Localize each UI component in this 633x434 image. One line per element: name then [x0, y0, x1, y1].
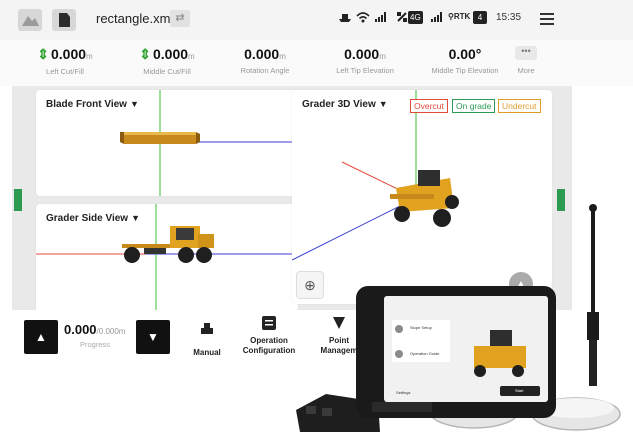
readout-unit: m	[86, 52, 93, 61]
signal-icon	[374, 11, 390, 26]
3d-view-title-text: Grader 3D View	[302, 99, 376, 110]
readout-value: 0.000	[244, 46, 280, 62]
readout-middle-tip-elevation: 0.00° Middle Tip Elevation	[410, 46, 520, 75]
file-title: rectangle.xml	[96, 11, 174, 26]
arrow-up-icon: ▲	[515, 277, 527, 291]
view-area: Blade Front View ▼ Grader Side View ▼ Gr…	[12, 86, 572, 312]
point-marker-icon	[333, 317, 345, 329]
hamburger-icon	[540, 13, 554, 15]
more-label: More	[517, 66, 535, 75]
caret-down-icon: ▼	[129, 99, 139, 109]
readout-label: Rotation Angle	[240, 66, 290, 75]
side-view-title-text: Grader Side View	[46, 213, 129, 224]
point-management-label: Point Managem	[314, 336, 364, 356]
config-icon	[262, 316, 276, 330]
caret-down-icon: ▼	[378, 99, 388, 109]
operation-label-line2: Configuration	[242, 346, 296, 355]
grader-side-view[interactable]: Grader Side View ▼	[36, 204, 298, 312]
swap-file-button[interactable]: ⇄	[170, 10, 190, 27]
readout-label: Middle Tip Elevation	[431, 66, 499, 75]
legend-on-grade: On grade	[452, 99, 496, 113]
blade-model	[120, 132, 200, 144]
status-bar: rectangle.xml ⇄ 4G ⚲RTK 4 15:35	[0, 0, 633, 40]
operation-label-line1: Operation	[250, 336, 288, 345]
readout-rotation-angle: 0.000m Rotation Angle	[210, 46, 320, 75]
swap-icon: ⇄	[175, 12, 185, 24]
readout-middle-cut-fill: ⇕ 0.000m Middle Cut/Fill	[112, 46, 222, 76]
triangle-up-icon: ▲	[35, 330, 47, 344]
elevation-arrow-icon: ⇕	[37, 46, 49, 62]
device-footer-right: Start	[515, 388, 524, 393]
readout-left-cut-fill: ⇕ 0.000m Left Cut/Fill	[10, 46, 120, 76]
readout-label: Left Cut/Fill	[46, 67, 84, 76]
grader-3d-model	[390, 170, 459, 227]
progress-up-button[interactable]: ▲	[24, 320, 58, 354]
right-drawer-handle[interactable]	[557, 189, 565, 211]
readout-left-tip-elevation: 0.000m Left Tip Elevation	[310, 46, 420, 75]
device-card-a: Slope Setup	[410, 325, 432, 330]
machine-icon	[201, 323, 213, 334]
progress-readout: 0.000/0.000m	[64, 322, 125, 337]
left-drawer-handle[interactable]	[14, 189, 22, 211]
blade-front-view[interactable]: Blade Front View ▼	[36, 90, 298, 196]
clock: 15:35	[496, 12, 522, 23]
readout-label: Middle Cut/Fill	[143, 67, 191, 76]
network-badge: 4G	[408, 11, 423, 24]
readout-bar: ⇕ 0.000m Left Cut/Fill ⇕ 0.000m Middle Cut…	[0, 40, 633, 86]
readout-unit: m	[379, 52, 386, 61]
more-button[interactable]: ••• More	[513, 46, 539, 75]
point-management-button[interactable]: Point Managem	[314, 316, 364, 356]
operation-configuration-label: Operation Configuration	[240, 336, 298, 356]
progress-total: /0.000m	[96, 327, 126, 336]
front-view-title-text: Blade Front View	[46, 99, 127, 110]
legend-overcut: Overcut	[410, 99, 448, 113]
scroll-up-button[interactable]: ▲	[509, 272, 533, 296]
elevation-arrow-icon: ⇕	[139, 46, 151, 62]
3d-view-canvas	[292, 90, 459, 261]
grader-3d-view[interactable]: Grader 3D View ▼ Overcut On grade Undercu…	[292, 90, 552, 304]
wifi-icon	[356, 11, 370, 26]
3d-view-title[interactable]: Grader 3D View ▼	[302, 99, 388, 110]
readout-label: Left Tip Elevation	[336, 66, 394, 75]
front-view-title[interactable]: Blade Front View ▼	[46, 99, 139, 110]
progress-down-button[interactable]: ▼	[136, 320, 170, 354]
point-label-line1: Point	[329, 336, 349, 345]
legend-undercut: Undercut	[498, 99, 541, 113]
device-card-b: Operation Guide	[410, 351, 440, 356]
grader-side-model	[122, 226, 214, 263]
point-label-line2: Managem	[320, 346, 358, 355]
ellipsis-icon: •••	[515, 46, 537, 60]
readout-value: 0.000	[153, 46, 189, 62]
readout-unit: m	[279, 52, 286, 61]
rtk-status: ⚲RTK	[448, 12, 470, 21]
manual-label: Manual	[193, 348, 221, 357]
readout-value: 0.000	[51, 46, 87, 62]
satellite-icon	[396, 11, 408, 26]
file-button[interactable]	[52, 9, 76, 31]
crosshair-icon: ⊕	[304, 277, 316, 293]
recenter-button[interactable]: ⊕	[296, 271, 324, 299]
bottom-toolbar: ▲ 0.000/0.000m Progress ▼ Manual Operati…	[0, 310, 633, 434]
device-footer-left: Settings	[396, 390, 411, 395]
gnss-signal-icon	[430, 11, 446, 26]
readout-unit: m	[188, 52, 195, 61]
rtk-label: RTK	[453, 12, 471, 21]
document-icon	[59, 13, 70, 27]
triangle-down-icon: ▼	[147, 330, 159, 344]
progress-label: Progress	[80, 340, 111, 349]
manual-button[interactable]: Manual	[188, 316, 226, 358]
terrain-button[interactable]	[18, 9, 42, 31]
rtk-badge: 4	[473, 11, 487, 24]
vessel-icon	[338, 11, 352, 26]
operation-configuration-button[interactable]: Operation Configuration	[240, 316, 298, 356]
progress-value: 0.000	[64, 322, 97, 337]
side-view-title[interactable]: Grader Side View ▼	[46, 213, 140, 224]
readout-value: 0.00°	[448, 46, 482, 62]
readout-value: 0.000	[344, 46, 380, 62]
menu-button[interactable]	[540, 13, 554, 28]
caret-down-icon: ▼	[131, 213, 140, 223]
mountain-icon	[22, 16, 39, 26]
